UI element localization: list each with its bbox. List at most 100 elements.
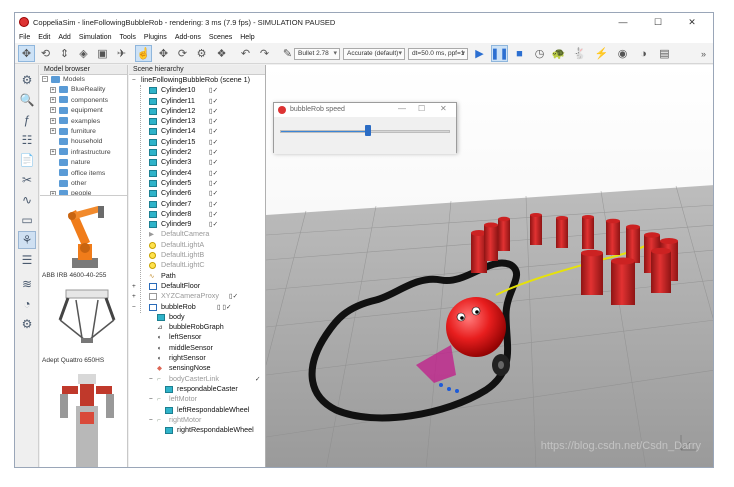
click-select-icon[interactable]: ☝ bbox=[135, 45, 152, 62]
slow-down-icon[interactable]: 🐢 bbox=[550, 45, 567, 62]
physics-engine-select[interactable]: Bullet 2.78 bbox=[294, 48, 340, 60]
model-browser-icon[interactable]: ⚘ bbox=[18, 231, 36, 249]
scene-item-cylinder[interactable]: Cylinder15 ▯✓ bbox=[129, 137, 265, 147]
scene-item-child[interactable]: ◖ middleSensor bbox=[129, 343, 265, 353]
robot-thumbnail[interactable] bbox=[52, 372, 122, 468]
menu-plugins[interactable]: Plugins bbox=[140, 34, 171, 41]
minimize-button[interactable]: — bbox=[610, 13, 636, 31]
toolbar-overflow-icon[interactable]: » bbox=[695, 45, 712, 62]
scene-item-cylinder[interactable]: Cylinder11 ▯✓ bbox=[129, 96, 265, 106]
scene-item-cylinder[interactable]: Cylinder14 ▯✓ bbox=[129, 126, 265, 136]
shape-edit-icon[interactable]: ✂ bbox=[18, 171, 36, 189]
scene-item-light[interactable]: DefaultLightB bbox=[129, 250, 265, 260]
model-tree-item[interactable]: + BlueReality bbox=[40, 85, 127, 95]
menu-addons[interactable]: Add-ons bbox=[171, 34, 205, 41]
scene-item-bubblerob[interactable]: − bubbleRob ▯ ▯✓ bbox=[129, 302, 265, 312]
scene-item-cylinder[interactable]: Cylinder12 ▯✓ bbox=[129, 106, 265, 116]
model-tree-item[interactable]: nature bbox=[40, 158, 127, 168]
camera-pan-icon[interactable]: ✥ bbox=[18, 45, 35, 62]
model-tree-item[interactable]: + furniture bbox=[40, 127, 127, 137]
scene-item-cylinder[interactable]: Cylinder8 ▯✓ bbox=[129, 209, 265, 219]
menu-file[interactable]: File bbox=[15, 34, 34, 41]
transfer-dna-icon[interactable]: ❖ bbox=[213, 45, 230, 62]
scene-item-child[interactable]: leftRespondableWheel bbox=[129, 405, 265, 415]
redo-icon[interactable]: ↷ bbox=[256, 45, 273, 62]
model-tree-item[interactable]: + infrastructure bbox=[40, 148, 127, 158]
accuracy-select[interactable]: Accurate (default) bbox=[343, 48, 405, 60]
dialog-maximize-button[interactable]: ☐ bbox=[418, 104, 425, 113]
scene-item-child[interactable]: body bbox=[129, 312, 265, 322]
scene-item-cylinder[interactable]: Cylinder4 ▯✓ bbox=[129, 168, 265, 178]
object-properties-icon[interactable]: 🔍 bbox=[18, 91, 36, 109]
scene-item-cylinder[interactable]: Cylinder13 ▯✓ bbox=[129, 116, 265, 126]
menu-help[interactable]: Help bbox=[236, 34, 258, 41]
speed-slider-thumb[interactable] bbox=[365, 125, 372, 136]
scene-item-cylinder[interactable]: Cylinder7 ▯✓ bbox=[129, 199, 265, 209]
scene-item-path[interactable]: ∿ Path bbox=[129, 271, 265, 281]
scene-hierarchy-icon[interactable]: ☰ bbox=[18, 251, 36, 269]
scene-item-cylinder[interactable]: Cylinder5 ▯✓ bbox=[129, 178, 265, 188]
scene-item-cylinder[interactable]: Cylinder6 ▯✓ bbox=[129, 188, 265, 198]
pause-simulation-icon[interactable]: ❚❚ bbox=[490, 45, 509, 62]
scene-item-camera[interactable]: ▶ DefaultCamera bbox=[129, 229, 265, 239]
scene-item-child[interactable]: − ⌐ rightMotor bbox=[129, 415, 265, 425]
scene-item-child[interactable]: − ⌐ bodyCasterLink ✓ bbox=[129, 374, 265, 384]
graph-icon[interactable]: ◔ bbox=[18, 295, 36, 313]
scene-item-camera-proxy[interactable]: + XYZCameraProxy ▯✓ bbox=[129, 291, 265, 301]
stop-simulation-icon[interactable]: ■ bbox=[511, 45, 528, 62]
close-button[interactable]: ✕ bbox=[679, 13, 705, 31]
model-tree-root[interactable]: − Models bbox=[40, 75, 127, 85]
selection-icon[interactable]: ▭ bbox=[18, 211, 36, 229]
scene-item-child[interactable]: respondableCaster bbox=[129, 384, 265, 394]
scene-item-cylinder[interactable]: Cylinder9 ▯✓ bbox=[129, 219, 265, 229]
scene-item-child[interactable]: ⊿ bubbleRobGraph bbox=[129, 322, 265, 332]
scene-item-cylinder[interactable]: Cylinder10 ▯✓ bbox=[129, 85, 265, 95]
scene-root[interactable]: − lineFollowingBubbleRob (scene 1) bbox=[129, 75, 265, 85]
model-tree-item[interactable]: other bbox=[40, 179, 127, 189]
toggle-visualization-icon[interactable]: ◉ bbox=[614, 45, 631, 62]
model-tree-item[interactable]: household bbox=[40, 137, 127, 147]
layers-icon[interactable]: ≋ bbox=[18, 275, 36, 293]
object-shift-icon[interactable]: ✥ bbox=[155, 45, 172, 62]
scene-selector-icon[interactable]: ▤ bbox=[656, 45, 673, 62]
camera-rotate-icon[interactable]: ⟲ bbox=[37, 45, 54, 62]
scene-item-child[interactable]: ◆ sensingNose bbox=[129, 363, 265, 373]
scene-item-floor[interactable]: + DefaultFloor bbox=[129, 281, 265, 291]
scripts-icon[interactable]: 📄 bbox=[18, 151, 36, 169]
menu-edit[interactable]: Edit bbox=[34, 34, 54, 41]
undo-icon[interactable]: ↶ bbox=[237, 45, 254, 62]
model-tree-item[interactable]: + components bbox=[40, 96, 127, 106]
maximize-button[interactable]: ☐ bbox=[645, 13, 671, 31]
scene-item-child[interactable]: rightRespondableWheel bbox=[129, 425, 265, 435]
scene-item-child[interactable]: − ⌐ leftMotor bbox=[129, 394, 265, 404]
abb-robot-thumbnail[interactable] bbox=[52, 200, 122, 272]
camera-angle-icon[interactable]: ◈ bbox=[75, 45, 92, 62]
start-simulation-icon[interactable]: ▶ bbox=[471, 45, 488, 62]
object-rotate-icon[interactable]: ⟳ bbox=[174, 45, 191, 62]
collections-icon[interactable]: ☷ bbox=[18, 131, 36, 149]
assemble-icon[interactable]: ⚙ bbox=[193, 45, 210, 62]
menu-tools[interactable]: Tools bbox=[116, 34, 140, 41]
path-edit-icon[interactable]: ∿ bbox=[18, 191, 36, 209]
menu-simulation[interactable]: Simulation bbox=[75, 34, 116, 41]
camera-fly-icon[interactable]: ✈ bbox=[113, 45, 130, 62]
scene-item-light[interactable]: DefaultLightC bbox=[129, 260, 265, 270]
scene-item-child[interactable]: ◖ leftSensor bbox=[129, 332, 265, 342]
scene-item-cylinder[interactable]: Cylinder2 ▯✓ bbox=[129, 147, 265, 157]
scene-item-cylinder[interactable]: Cylinder3 ▯✓ bbox=[129, 157, 265, 167]
timestep-select[interactable]: dt=50.0 ms, ppf=1 bbox=[408, 48, 468, 60]
user-settings-icon[interactable]: ⚙ bbox=[18, 315, 36, 333]
adept-quattro-thumbnail[interactable] bbox=[52, 286, 122, 354]
real-time-icon[interactable]: ◷ bbox=[531, 45, 548, 62]
page-selector-icon[interactable]: ◑ bbox=[635, 45, 652, 62]
menu-scenes[interactable]: Scenes bbox=[205, 34, 236, 41]
dialog-minimize-button[interactable]: — bbox=[398, 104, 406, 113]
speed-up-icon[interactable]: 🐇 bbox=[571, 45, 588, 62]
scene-item-light[interactable]: DefaultLightA bbox=[129, 240, 265, 250]
fit-to-view-icon[interactable]: ▣ bbox=[94, 45, 111, 62]
dialog-close-button[interactable]: ✕ bbox=[440, 104, 447, 113]
threaded-rendering-icon[interactable]: ⚡ bbox=[593, 45, 610, 62]
calculation-modules-icon[interactable]: ƒ bbox=[18, 111, 36, 129]
simulation-settings-icon[interactable]: ⚙ bbox=[18, 71, 36, 89]
model-tree-item[interactable]: + equipment bbox=[40, 106, 127, 116]
